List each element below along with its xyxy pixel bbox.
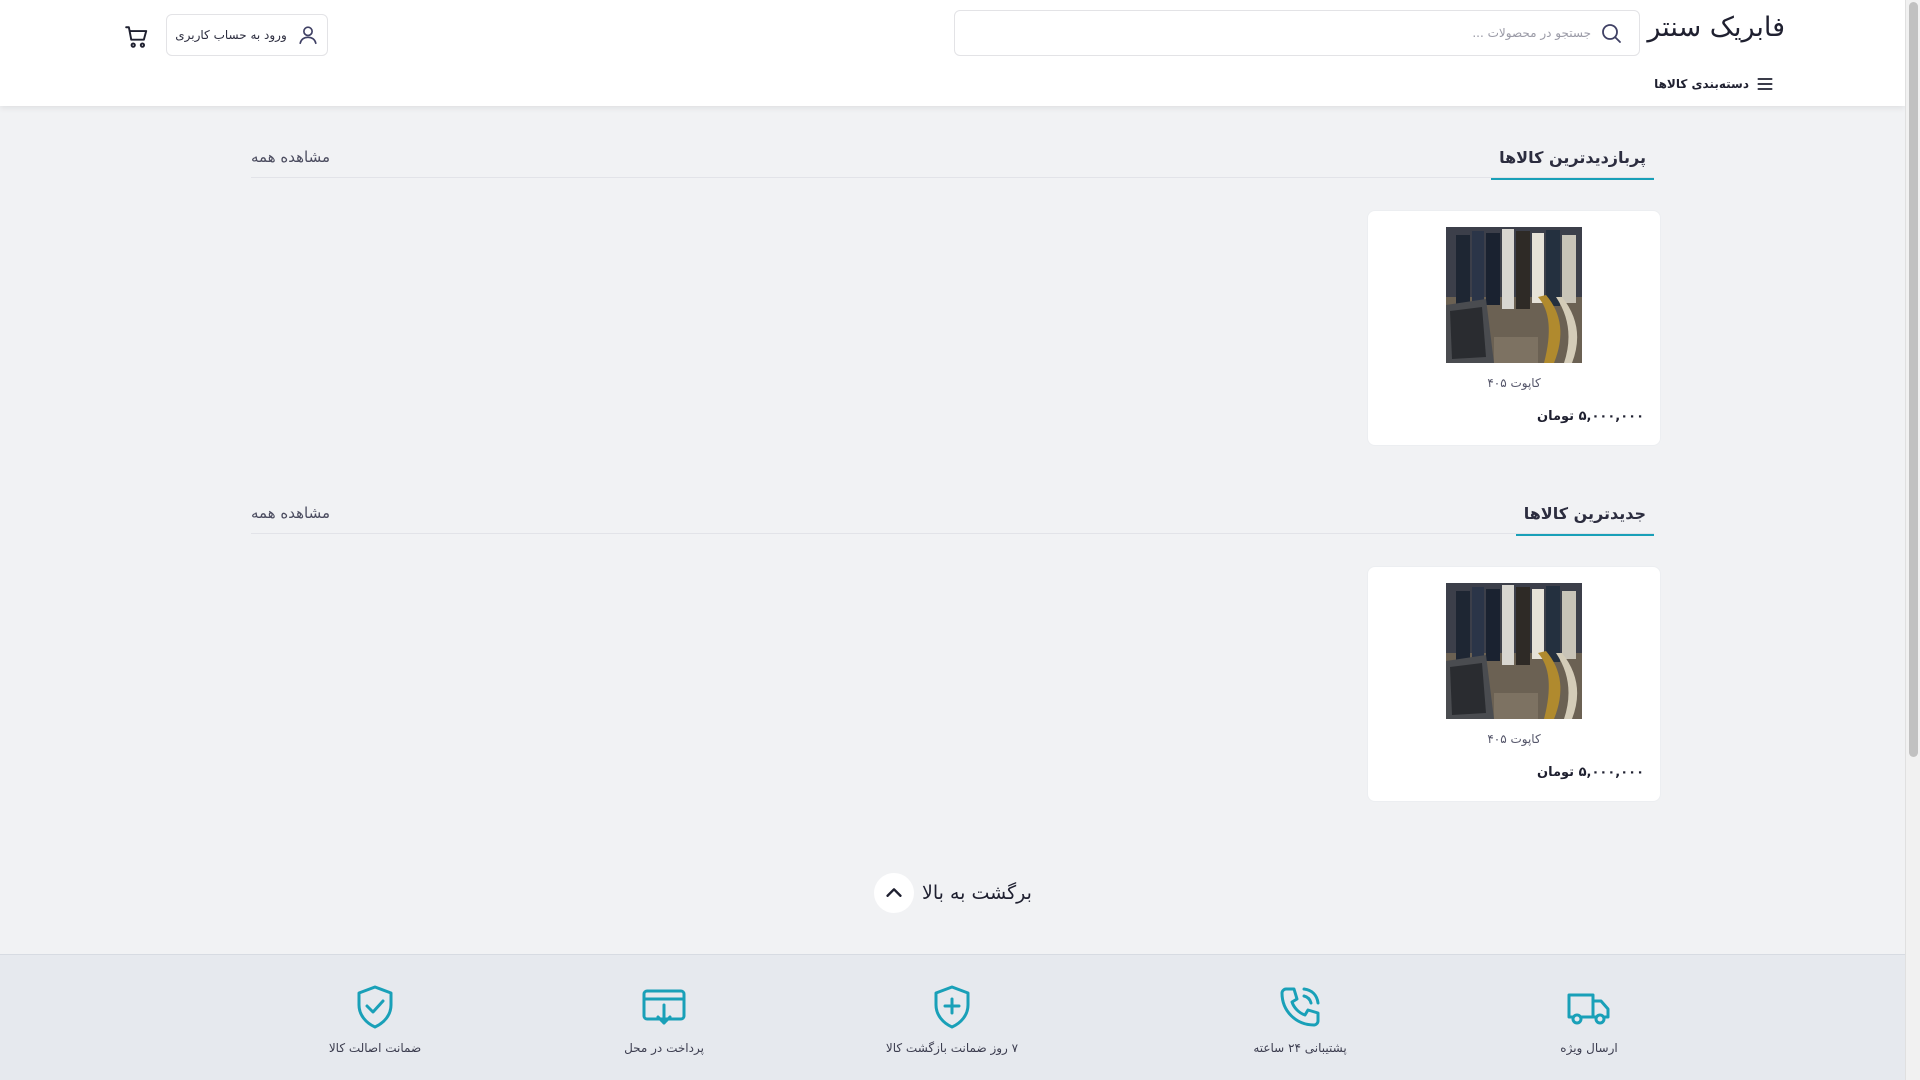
search-input[interactable]	[1031, 26, 1591, 40]
feature-item: ضمانت اصالت کالا	[275, 983, 475, 1055]
scrollbar-thumb[interactable]	[1909, 2, 1918, 757]
chevron-up-icon	[874, 873, 914, 913]
product-price: ۵,۰۰۰,۰۰۰ تومان	[1536, 765, 1644, 780]
truck-icon	[1567, 993, 1610, 1025]
section-title: پربازدیدترین کالاها	[1491, 148, 1654, 180]
shield-plus-icon	[934, 985, 970, 1029]
section-most-viewed-header: پربازدیدترین کالاها مشاهده همه	[251, 148, 1654, 180]
features-band: ارسال ویژه پشتیبانی ۲۴ ساعته ۷ روز ضمانت…	[0, 954, 1905, 1080]
user-icon	[299, 26, 317, 45]
search-box[interactable]	[954, 10, 1640, 56]
feature-item: پرداخت در محل	[564, 983, 764, 1055]
phone-icon	[1280, 987, 1320, 1027]
product-name[interactable]: کاپوت ۴۰۵	[1368, 376, 1660, 390]
login-button[interactable]: ورود به حساب کاربری	[166, 14, 328, 56]
menu-icon	[1757, 78, 1773, 90]
view-all-link[interactable]: مشاهده همه	[251, 504, 330, 522]
page-scrollbar[interactable]	[1905, 0, 1920, 1080]
section-newest-header: جدیدترین کالاها مشاهده همه	[251, 504, 1654, 536]
product-price: ۵,۰۰۰,۰۰۰ تومان	[1536, 409, 1644, 424]
back-to-top-label: برگشت به بالا	[922, 882, 1032, 904]
cart-icon	[125, 26, 148, 48]
product-image[interactable]	[1446, 227, 1582, 363]
product-image[interactable]	[1446, 583, 1582, 719]
view-all-link[interactable]: مشاهده همه	[251, 148, 330, 166]
login-label: ورود به حساب کاربری	[175, 28, 287, 42]
product-card[interactable]: کاپوت ۴۰۵ ۵,۰۰۰,۰۰۰ تومان	[1367, 566, 1661, 802]
site-header: فابریک سنتر ورود به حساب کاربری	[0, 0, 1905, 106]
categories-label: دسته‌بندی کالاها	[1654, 77, 1749, 91]
page: فابریک سنتر ورود به حساب کاربری	[0, 0, 1905, 1080]
payment-icon	[642, 989, 686, 1025]
search-icon[interactable]	[1599, 21, 1623, 45]
feature-item: ارسال ویژه	[1489, 983, 1689, 1055]
categories-menu[interactable]: دسته‌بندی کالاها	[1654, 74, 1775, 94]
cart-button[interactable]	[124, 24, 150, 50]
back-to-top-button[interactable]: برگشت به بالا	[874, 872, 1032, 914]
section-title: جدیدترین کالاها	[1515, 504, 1654, 536]
site-logo[interactable]: فابریک سنتر	[1647, 12, 1785, 43]
shield-check-icon	[357, 985, 393, 1029]
product-name[interactable]: کاپوت ۴۰۵	[1368, 732, 1660, 746]
feature-item: پشتیبانی ۲۴ ساعته	[1200, 983, 1400, 1055]
feature-item: ۷ روز ضمانت بازگشت کالا	[852, 983, 1052, 1055]
product-card[interactable]: کاپوت ۴۰۵ ۵,۰۰۰,۰۰۰ تومان	[1367, 210, 1661, 446]
